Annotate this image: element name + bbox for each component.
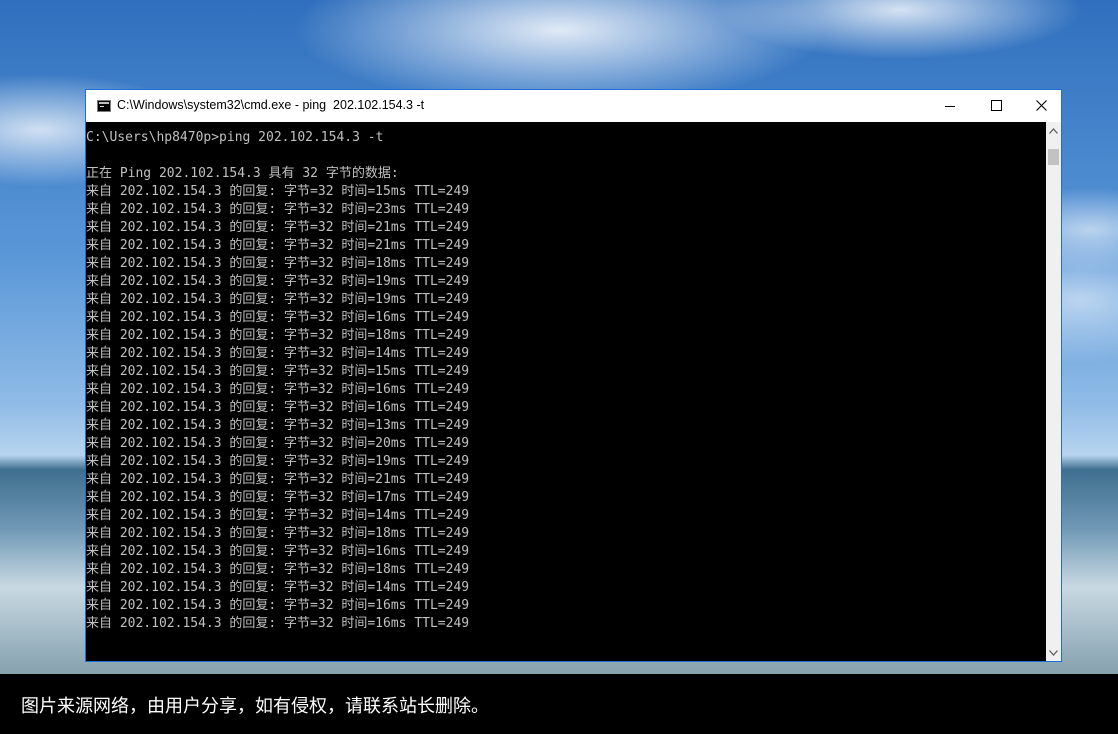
console-line: 来自 202.102.154.3 的回复: 字节=32 时间=21ms TTL=… <box>86 238 470 253</box>
console-line: 正在 Ping 202.102.154.3 具有 32 字节的数据: <box>86 166 399 181</box>
close-button[interactable] <box>1018 90 1064 121</box>
console-line: 来自 202.102.154.3 的回复: 字节=32 时间=18ms TTL=… <box>86 328 470 343</box>
cmd-window[interactable]: C:\Windows\system32\cmd.exe - ping 202.1… <box>85 89 1062 662</box>
console-line: 来自 202.102.154.3 的回复: 字节=32 时间=14ms TTL=… <box>86 346 470 361</box>
console-line: 来自 202.102.154.3 的回复: 字节=32 时间=19ms TTL=… <box>86 454 470 469</box>
maximize-icon <box>990 100 1002 111</box>
scroll-down-button[interactable] <box>1046 644 1061 661</box>
console-line: 来自 202.102.154.3 的回复: 字节=32 时间=14ms TTL=… <box>86 508 470 523</box>
console-line: 来自 202.102.154.3 的回复: 字节=32 时间=19ms TTL=… <box>86 274 470 289</box>
caption-bar: 图片来源网络，由用户分享，如有侵权，请联系站长删除。 <box>0 674 1118 734</box>
console-line: 来自 202.102.154.3 的回复: 字节=32 时间=15ms TTL=… <box>86 364 470 379</box>
console-lines: C:\Users\hp8470p>ping 202.102.154.3 -t 正在… <box>86 129 469 633</box>
console-line: 来自 202.102.154.3 的回复: 字节=32 时间=16ms TTL=… <box>86 400 470 415</box>
maximize-button[interactable] <box>973 90 1019 121</box>
console-line: 来自 202.102.154.3 的回复: 字节=32 时间=20ms TTL=… <box>86 436 470 451</box>
console-line: 来自 202.102.154.3 的回复: 字节=32 时间=16ms TTL=… <box>86 616 470 631</box>
console-line: 来自 202.102.154.3 的回复: 字节=32 时间=23ms TTL=… <box>86 202 470 217</box>
minimize-icon <box>945 105 955 107</box>
window-title: C:\Windows\system32\cmd.exe - ping 202.1… <box>117 98 425 112</box>
console-line: 来自 202.102.154.3 的回复: 字节=32 时间=21ms TTL=… <box>86 472 470 487</box>
title-bar[interactable]: C:\Windows\system32\cmd.exe - ping 202.1… <box>86 90 1061 122</box>
console-line: 来自 202.102.154.3 的回复: 字节=32 时间=16ms TTL=… <box>86 544 470 559</box>
console-line: 来自 202.102.154.3 的回复: 字节=32 时间=21ms TTL=… <box>86 220 470 235</box>
console-line: 来自 202.102.154.3 的回复: 字节=32 时间=16ms TTL=… <box>86 310 470 325</box>
console-line: C:\Users\hp8470p>ping 202.102.154.3 -t <box>86 130 384 145</box>
console-icon[interactable] <box>97 100 111 112</box>
console-line: 来自 202.102.154.3 的回复: 字节=32 时间=18ms TTL=… <box>86 256 470 271</box>
console-output[interactable]: C:\Users\hp8470p>ping 202.102.154.3 -t 正在… <box>86 122 1046 661</box>
scroll-thumb[interactable] <box>1048 149 1059 165</box>
scroll-up-button[interactable] <box>1046 122 1061 139</box>
scroll-up-arrow-icon <box>1049 127 1058 134</box>
console-line: 来自 202.102.154.3 的回复: 字节=32 时间=15ms TTL=… <box>86 184 470 199</box>
caption-text: 图片来源网络，由用户分享，如有侵权，请联系站长删除。 <box>21 696 489 717</box>
minimize-button[interactable] <box>927 90 973 121</box>
console-line: 来自 202.102.154.3 的回复: 字节=32 时间=17ms TTL=… <box>86 490 470 505</box>
scroll-down-arrow-icon <box>1049 649 1058 656</box>
console-line: 来自 202.102.154.3 的回复: 字节=32 时间=16ms TTL=… <box>86 382 470 397</box>
console-line: 来自 202.102.154.3 的回复: 字节=32 时间=19ms TTL=… <box>86 292 470 307</box>
console-line: 来自 202.102.154.3 的回复: 字节=32 时间=16ms TTL=… <box>86 598 470 613</box>
close-icon <box>1035 100 1047 111</box>
console-line: 来自 202.102.154.3 的回复: 字节=32 时间=13ms TTL=… <box>86 418 470 433</box>
console-line: 来自 202.102.154.3 的回复: 字节=32 时间=18ms TTL=… <box>86 526 470 541</box>
console-line: 来自 202.102.154.3 的回复: 字节=32 时间=14ms TTL=… <box>86 580 470 595</box>
vertical-scrollbar[interactable] <box>1046 122 1061 661</box>
console-line: 来自 202.102.154.3 的回复: 字节=32 时间=18ms TTL=… <box>86 562 470 577</box>
